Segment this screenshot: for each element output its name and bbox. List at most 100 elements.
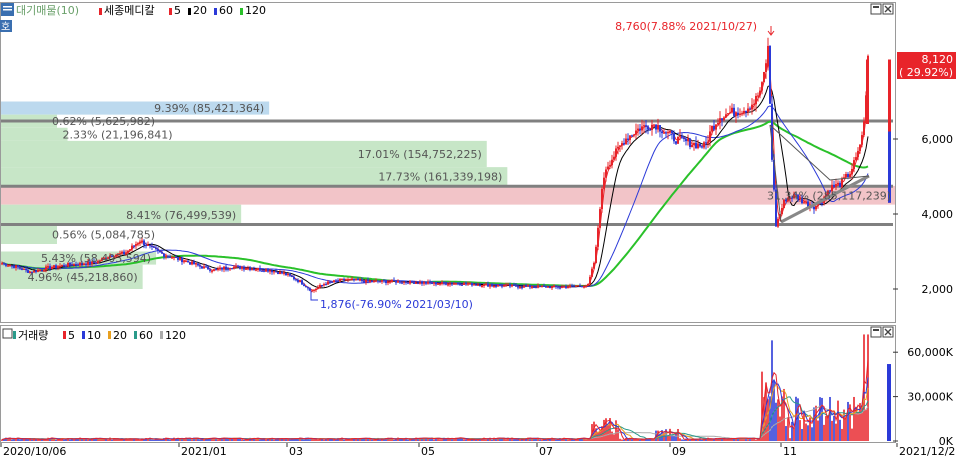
candle-body — [463, 282, 465, 285]
candle-body — [355, 278, 357, 281]
volume-bar — [139, 439, 141, 441]
maximize-icon[interactable] — [870, 326, 882, 338]
candle-body — [15, 265, 17, 268]
candle-body — [481, 285, 483, 287]
volume-bar — [169, 439, 171, 441]
candle-body — [441, 282, 443, 284]
candle-body — [759, 90, 761, 96]
candle-body — [235, 265, 237, 267]
candle-body — [229, 268, 231, 270]
candle-body — [433, 282, 435, 284]
menu-line-icon — [3, 6, 12, 8]
candle-body — [739, 113, 741, 115]
candle-body — [721, 118, 723, 121]
volume-bar — [789, 438, 791, 441]
volume-bar — [821, 397, 823, 441]
candle-body — [179, 257, 181, 260]
candle-body — [513, 284, 515, 286]
candle-body — [343, 278, 345, 281]
x-tick-label: 11 — [783, 445, 797, 457]
candle-body — [451, 283, 453, 285]
candle-body — [559, 287, 561, 289]
candle-body — [175, 256, 177, 258]
volume-bar — [309, 439, 311, 441]
candle-body — [23, 268, 25, 270]
legend-ma-label: 60 — [219, 4, 233, 17]
volume-bar — [639, 439, 641, 441]
candle-body — [303, 284, 305, 286]
volume-bar — [845, 416, 847, 441]
candle-body — [577, 285, 579, 287]
candle-body — [863, 121, 865, 136]
candle-body — [173, 256, 175, 258]
candle-body — [845, 174, 847, 178]
volume-bar — [69, 439, 71, 441]
side-tab[interactable]: 호 — [0, 20, 12, 33]
candle-body — [167, 256, 169, 258]
candle-body — [453, 283, 455, 285]
candle-body — [185, 260, 187, 262]
stock-name[interactable]: 세종메디칼 — [104, 4, 155, 17]
candle-body — [405, 281, 407, 283]
x-tick-label: 07 — [539, 445, 553, 457]
legend-marker — [82, 331, 85, 339]
candle-body — [857, 150, 859, 158]
candle-body — [625, 138, 627, 145]
candle-body — [737, 112, 739, 115]
candle-body — [681, 135, 683, 138]
stock-chart[interactable]: 9.39% (85,421,364)0.62% (5,625,982)2.33%… — [0, 0, 956, 457]
candle-body — [431, 283, 433, 285]
x-tick-label: 03 — [289, 445, 303, 457]
candle-body — [781, 207, 783, 214]
candle-body — [839, 182, 841, 187]
volume-bar — [505, 439, 507, 441]
candle-body — [861, 135, 863, 145]
candle-body — [195, 263, 197, 265]
volume-bar — [779, 416, 781, 441]
candle-body — [197, 263, 199, 266]
current-price-box: 8,120 ( 29.92%) — [897, 52, 956, 79]
y-tick-label: 4,000 — [922, 208, 954, 221]
x-tick-label: 09 — [672, 445, 686, 457]
candle-body — [627, 138, 629, 140]
candle-body — [753, 104, 755, 106]
volume-menu-icon[interactable] — [2, 328, 13, 339]
volume-bar — [825, 416, 827, 441]
candle-body — [733, 107, 735, 116]
volume-profile-label: 5.43% (58,403,594) — [41, 252, 151, 265]
candle-body — [689, 138, 691, 148]
candle-body — [351, 278, 353, 280]
vol-y-tick-label: 60,000K — [907, 346, 953, 359]
volume-bar — [21, 438, 23, 441]
candle-body — [847, 174, 849, 178]
legend-marker — [108, 331, 111, 339]
candle-body — [671, 131, 673, 134]
volume-bar — [783, 388, 785, 441]
candle-body — [183, 261, 185, 263]
candle-body — [597, 227, 599, 247]
candle-body — [403, 281, 405, 283]
candle-body — [353, 278, 355, 281]
volume-bar — [853, 396, 855, 441]
volume-bar — [797, 398, 799, 441]
candle-body — [631, 135, 633, 137]
candle-body — [275, 271, 277, 273]
candle-body — [319, 284, 321, 288]
candle-body — [645, 125, 647, 127]
candle-body — [373, 280, 375, 282]
candle-body — [617, 146, 619, 149]
candle-body — [557, 286, 559, 288]
volume-bar — [323, 439, 325, 441]
volume-bar — [573, 439, 575, 441]
candle-body — [367, 279, 369, 282]
legend-marker — [63, 331, 66, 339]
volume-bar — [313, 439, 315, 441]
vol-y-tick-label: 30,000K — [907, 391, 953, 404]
volume-bar — [815, 405, 817, 441]
maximize-icon[interactable] — [870, 3, 882, 15]
candle-body — [709, 131, 711, 142]
candle-body — [415, 282, 417, 284]
candle-body — [537, 285, 539, 288]
candle-body — [581, 286, 583, 288]
volume-bar — [567, 439, 569, 441]
